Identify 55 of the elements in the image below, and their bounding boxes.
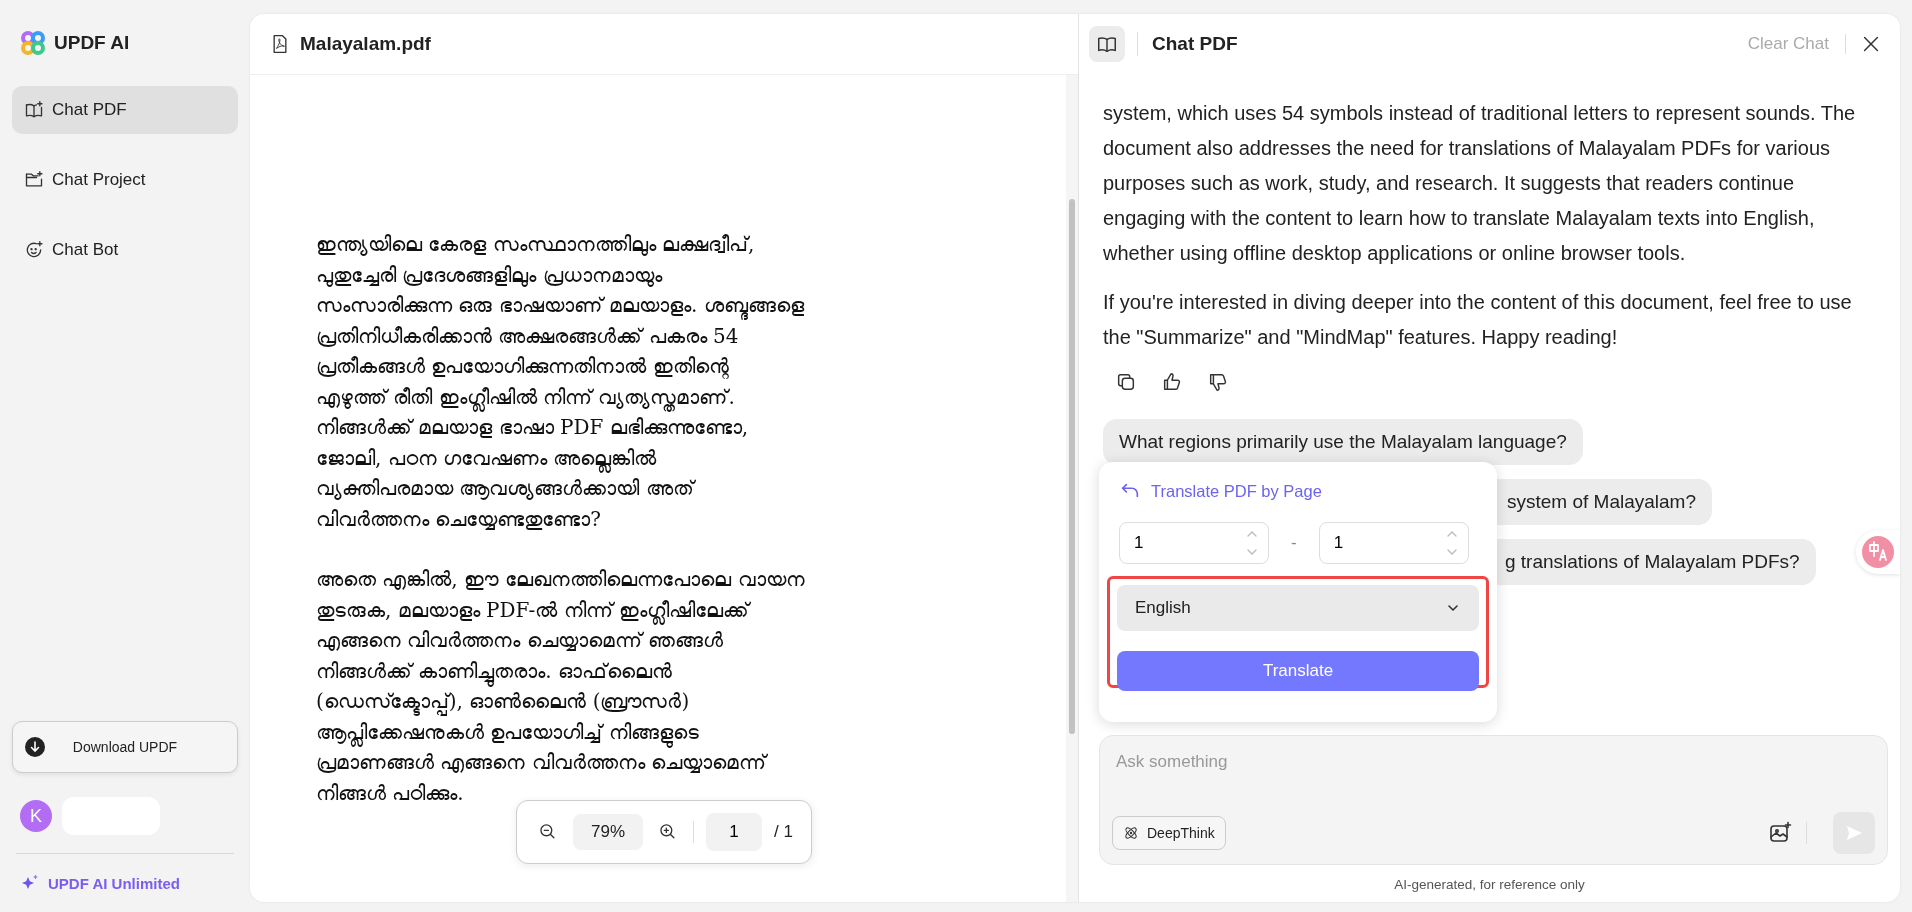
page-count: / 1 bbox=[774, 822, 793, 842]
language-dropdown[interactable]: English bbox=[1117, 585, 1479, 631]
document-text-line: വ്യക്തിപരമായ ആവശ്യങ്ങൾക്കായി അത് bbox=[316, 475, 697, 502]
document-text-line: ആപ്ലിക്കേഷനുകൾ ഉപയോഗിച്ച് നിങ്ങളുടെ bbox=[316, 716, 1066, 747]
download-button[interactable]: Download UPDF bbox=[12, 721, 238, 773]
answer-paragraph: If you're interested in diving deeper into the content of this document, feel free to use the "Summarize" and "MindMap" features. Happy reading! bbox=[1103, 290, 1853, 350]
deepthink-button[interactable]: DeepThink bbox=[1112, 816, 1226, 850]
app-name: UPDF AI bbox=[54, 32, 130, 54]
document-text-line: നിങ്ങൾക്ക് മലയാള ഭാഷാ PDF ലഭിക്കുന്നുണ്ടോ, bbox=[316, 414, 750, 441]
smiley-icon bbox=[24, 240, 44, 260]
copy-icon bbox=[1115, 371, 1137, 393]
document-text-line: അതെ എങ്കിൽ, ഈ ലേഖനത്തിലെന്നപോലെ വായന bbox=[316, 566, 806, 593]
logo-icon bbox=[20, 30, 46, 56]
image-icon bbox=[1768, 821, 1792, 845]
reader-button[interactable] bbox=[1089, 26, 1125, 62]
sidebar-item[interactable]: Chat Bot bbox=[12, 226, 238, 274]
document-text-line: വിവർത്തനം ചെയ്യേണ്ടതുണ്ടോ? bbox=[316, 505, 603, 533]
disclaimer-text: AI-generated, for reference only bbox=[1393, 876, 1586, 894]
thumbs-down-icon bbox=[1207, 371, 1229, 393]
range-separator: - bbox=[1291, 533, 1297, 553]
document-text-line: പുതുച്ചേരി പ്രദേശങ്ങളിലും പ്രധാനമായും bbox=[316, 261, 664, 289]
document-text-line: (ഡെസ്ക്ടോപ്പ്), ഓൺലൈൻ (ബ്രൗസർ) bbox=[316, 686, 1066, 717]
document-text-line: തുടരുക, മലയാളം PDF-ൽ നിന്ന് ഇംഗ്ലീഷിലേക്ക് bbox=[316, 594, 1066, 625]
document-text-line: എങ്ങനെ വിവർത്തനം ചെയ്യാമെന്ന് ഞങ്ങൾ bbox=[316, 627, 725, 654]
chat-title: Chat PDF bbox=[1137, 32, 1238, 56]
atom-icon bbox=[1123, 825, 1139, 841]
document-text-line: നിങ്ങൾ പഠിക്കും. bbox=[316, 779, 465, 807]
sidebar-item[interactable]: Chat PDF bbox=[12, 86, 238, 134]
page-number-field[interactable]: 1 bbox=[706, 813, 763, 851]
zoom-level[interactable]: 79% bbox=[573, 814, 644, 850]
page-number-field[interactable]: 1 bbox=[1318, 522, 1469, 564]
folder-icon bbox=[24, 170, 44, 190]
back-link[interactable]: Translate PDF by Page bbox=[1119, 480, 1322, 502]
scrollbar[interactable] bbox=[1066, 75, 1078, 902]
download-icon bbox=[25, 737, 45, 757]
document-text-line: എഴുത്ത് രീതി ഇംഗ്ലീഷിൽ നിന്ന് വ്യത്യസ്തമാണ്. bbox=[316, 381, 1066, 412]
document-text-line: നിങ്ങൾക്ക് കാണിച്ചുതരാം. ഓഫ്‌ലൈൻ bbox=[316, 655, 1066, 686]
book-icon bbox=[24, 100, 44, 120]
document-text-line: ഇന്ത്യയിലെ കേരള സംസ്ഥാനത്തിലും ലക്ഷദ്വീപ്, bbox=[316, 231, 756, 258]
document-text-line: സംസാരിക്കുന്ന ഒരു ഭാഷയാണ് മലയാളം. ശബ്ദങ്ങളെ bbox=[316, 290, 1066, 321]
sidebar-item[interactable]: Chat Project bbox=[12, 156, 238, 204]
translate-icon bbox=[1862, 536, 1894, 568]
document-text-line: പ്രതീകങ്ങൾ ഉപയോഗിക്കുന്നതിനാൽ ഇതിന്റെ bbox=[316, 353, 730, 381]
thumbs-up-icon bbox=[1161, 371, 1183, 393]
document-text-line: പ്രതിനിധീകരിക്കാൻ അക്ഷരങ്ങൾക്ക് പകരം 54 bbox=[316, 322, 740, 350]
document-text-line: പ്രമാണങ്ങൾ എങ്ങനെ വിവർത്തനം ചെയ്യാമെന്ന് bbox=[316, 749, 769, 776]
translate-button[interactable]: Translate bbox=[1117, 651, 1479, 691]
send-icon bbox=[1844, 823, 1864, 843]
document-text-line: ജോലി, പഠന ഗവേഷണം അല്ലെങ്കിൽ bbox=[316, 442, 1066, 473]
upgrade-link[interactable]: UPDF AI Unlimited bbox=[12, 854, 238, 912]
message-input[interactable]: Ask something bbox=[1112, 752, 1875, 772]
page-number-field[interactable]: 1 bbox=[1119, 522, 1269, 564]
document-title: Malayalam.pdf bbox=[300, 33, 431, 55]
answer-paragraph: system, which uses 54 symbols instead of traditional letters to represent sounds. The document also addresses the need for translations of Malayalam PDFs for various purposes such as work, study, and research. It suggests that readers continue engaging with the content to learn how to translate Malayalam texts into English, whether using offline desktop applications or online browser tools. bbox=[1103, 101, 1857, 266]
question-bubble: What regions primarily use the Malayalam language? bbox=[1103, 419, 1583, 465]
